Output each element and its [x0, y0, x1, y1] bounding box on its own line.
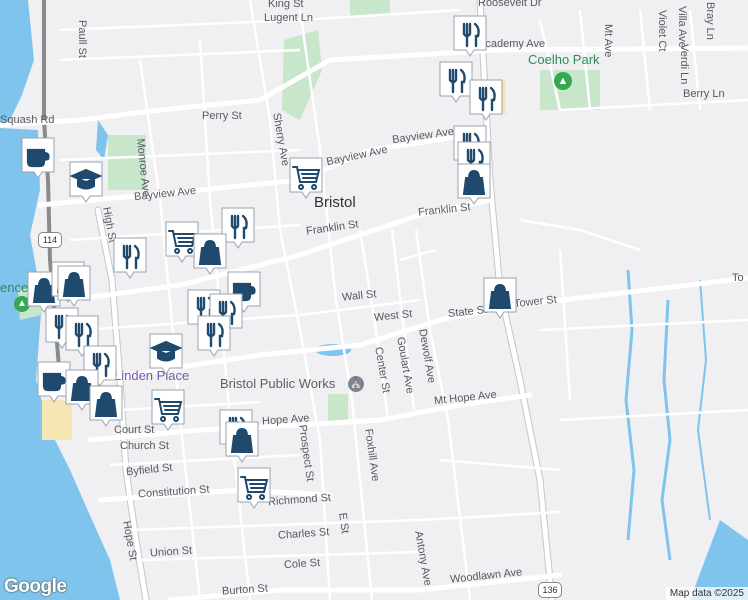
grocery-marker[interactable]	[236, 466, 272, 510]
restaurant-marker[interactable]	[112, 236, 148, 280]
shopping-icon	[457, 163, 491, 205]
cafe-marker[interactable]	[20, 136, 56, 180]
route-shield-136: 136	[538, 582, 562, 598]
poi-label-public-works: Bristol Public Works	[220, 376, 336, 391]
shopping-icon	[193, 233, 227, 275]
restaurant-icon	[113, 237, 147, 279]
grocery-icon	[289, 157, 323, 199]
shopping-icon	[89, 385, 123, 427]
cafe-icon	[21, 137, 55, 179]
street-label: Violet Ct	[656, 10, 668, 52]
street-label: Bray Ln	[704, 2, 716, 40]
park-tree-icon: ▲	[554, 72, 572, 90]
street-label: Cole St	[283, 556, 321, 572]
street-label: Squash Rd	[0, 114, 55, 126]
street-label: Church St	[120, 440, 169, 452]
street-label: Perry St	[202, 110, 242, 122]
map-attribution[interactable]: Map data ©2025	[665, 587, 748, 600]
street-label: Verdi Ln	[678, 44, 690, 85]
street-label: Lugent Ln	[264, 12, 313, 24]
street-label: Academy Ave	[478, 38, 546, 50]
restaurant-icon	[469, 79, 503, 121]
school-icon	[69, 161, 103, 203]
route-shield-114: 114	[38, 232, 62, 248]
poi-label-park-fragment: ence	[0, 280, 29, 295]
restaurant-marker[interactable]	[196, 314, 232, 358]
school-marker[interactable]	[68, 160, 104, 204]
street-label: Mt Ave	[602, 24, 614, 58]
street-label: To	[732, 272, 744, 284]
street-label: Paull St	[76, 20, 88, 58]
park-publicworks	[328, 394, 348, 424]
shopping-marker[interactable]	[192, 232, 228, 276]
shopping-marker[interactable]	[56, 264, 92, 308]
street-label: Roosevelt Dr	[478, 0, 542, 9]
restaurant-icon	[453, 15, 487, 57]
shopping-icon	[483, 277, 517, 319]
restaurant-marker[interactable]	[468, 78, 504, 122]
map-canvas[interactable]: King St Lugent Ln Roosevelt Dr Paull St …	[0, 0, 748, 600]
restaurant-icon	[197, 315, 231, 357]
government-icon: ⛪	[348, 376, 364, 392]
shopping-icon	[225, 421, 259, 463]
shopping-marker[interactable]	[88, 384, 124, 428]
street-label: Villa Ave	[676, 6, 688, 48]
school-marker[interactable]	[148, 332, 184, 376]
shopping-marker[interactable]	[224, 420, 260, 464]
street-label: Berry Ln	[683, 88, 725, 100]
grocery-marker[interactable]	[288, 156, 324, 200]
school-icon	[149, 333, 183, 375]
grocery-icon	[151, 389, 185, 431]
grocery-icon	[237, 467, 271, 509]
grocery-marker[interactable]	[150, 388, 186, 432]
poi-label-coelho-park: Coelho Park	[528, 52, 600, 67]
street-label: King St	[268, 0, 304, 10]
shopping-marker[interactable]	[482, 276, 518, 320]
shopping-marker[interactable]	[456, 162, 492, 206]
restaurant-marker[interactable]	[452, 14, 488, 58]
google-logo: Google	[4, 576, 67, 597]
shopping-icon	[57, 265, 91, 307]
